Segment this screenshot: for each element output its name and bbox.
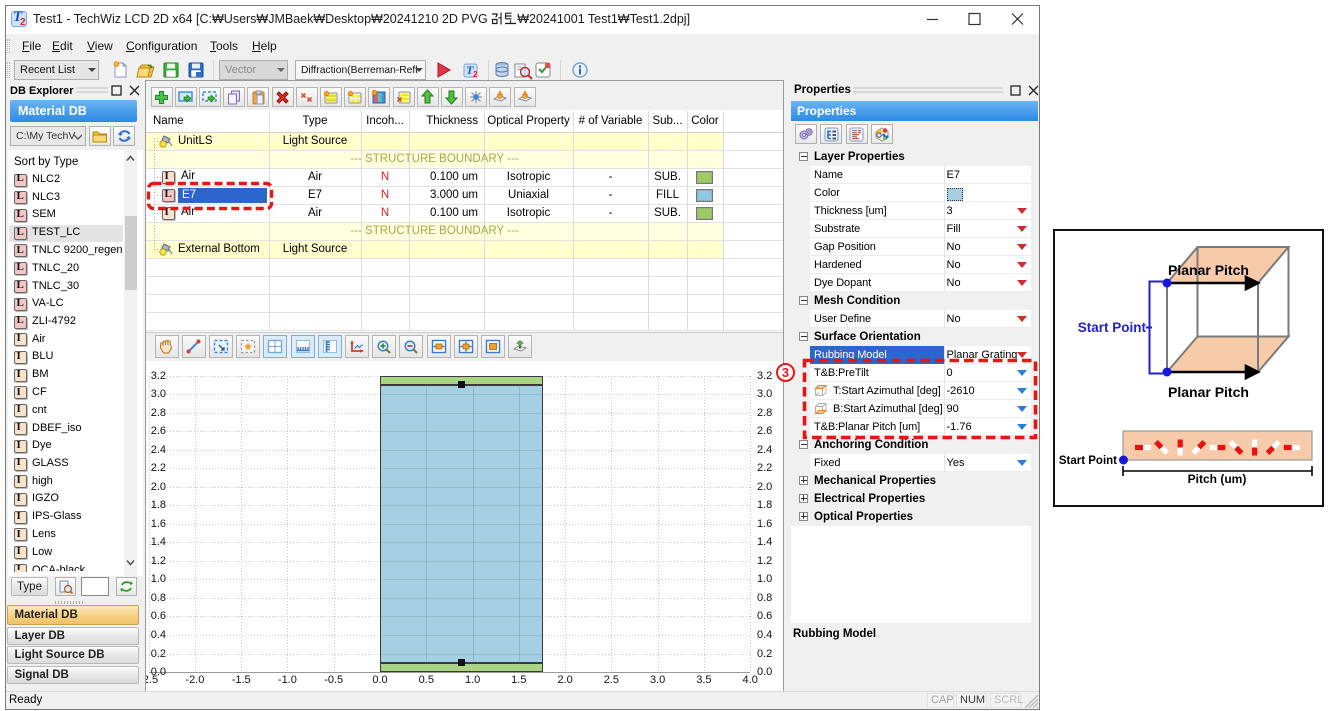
svg-text:Start Point: Start Point	[1059, 455, 1117, 467]
svg-text:Start Point: Start Point	[1078, 320, 1147, 335]
svg-text:Pitch (um): Pitch (um)	[1188, 472, 1247, 486]
svg-text:Planar Pitch: Planar Pitch	[1168, 384, 1249, 400]
svg-text:2: 2	[473, 70, 478, 79]
svg-text:Planar Pitch: Planar Pitch	[1168, 262, 1249, 278]
